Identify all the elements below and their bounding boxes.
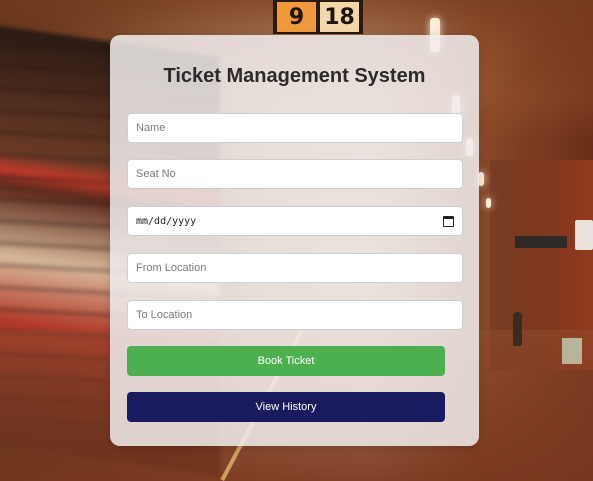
from-location-input[interactable] [127,253,463,283]
clock-digit: 18 [320,2,359,32]
person-figure [513,312,522,346]
seat-number-input[interactable] [127,159,463,189]
platform-sign [515,236,567,248]
ticket-form-card: Ticket Management System mm/dd/yyyy Book… [110,35,479,446]
name-input[interactable] [127,113,463,143]
station-clock: 9 18 [273,0,363,34]
view-history-button[interactable]: View History [127,392,445,422]
to-location-input[interactable] [127,300,463,330]
clock-digit: 9 [277,2,316,32]
calendar-icon[interactable] [443,215,454,227]
page-title: Ticket Management System [163,65,426,87]
platform-sign [575,220,593,250]
book-ticket-button[interactable]: Book Ticket [127,346,445,376]
ceiling-light [486,198,491,208]
date-input[interactable]: mm/dd/yyyy [127,206,463,236]
bench [562,338,582,364]
date-placeholder: mm/dd/yyyy [136,215,197,227]
